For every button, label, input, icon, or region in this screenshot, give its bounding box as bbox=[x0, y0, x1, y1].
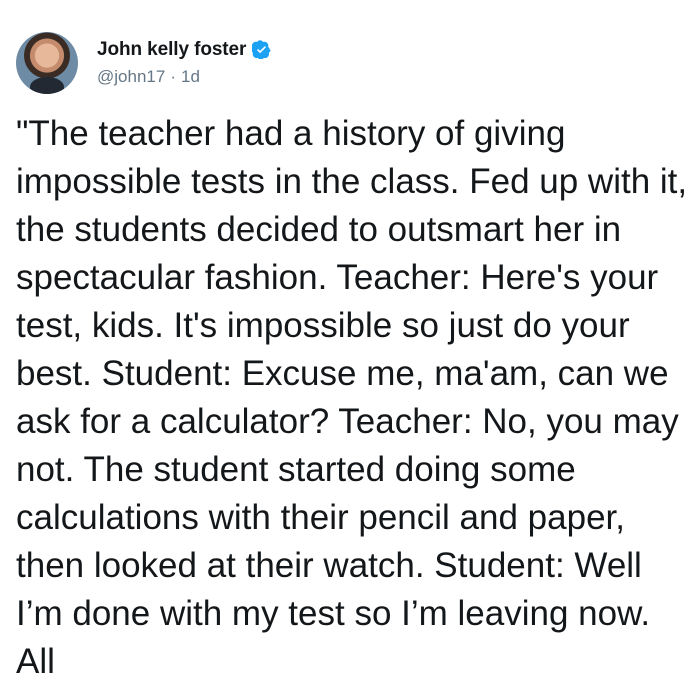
user-info: John kelly foster @john17 · 1d bbox=[97, 38, 271, 87]
user-handle[interactable]: @john17 bbox=[97, 67, 165, 87]
display-name[interactable]: John kelly foster bbox=[97, 39, 246, 61]
tweet-meta: @john17 · 1d bbox=[97, 67, 271, 87]
name-row: John kelly foster bbox=[97, 38, 271, 62]
verified-badge-icon bbox=[252, 40, 271, 59]
tweet-timestamp[interactable]: 1d bbox=[181, 67, 200, 87]
tweet-text: "The teacher had a history of giving imp… bbox=[16, 114, 688, 681]
avatar[interactable] bbox=[16, 32, 78, 94]
tweet-header: John kelly foster @john17 · 1d bbox=[16, 32, 271, 94]
meta-separator: · bbox=[170, 66, 176, 86]
tweet-card: John kelly foster @john17 · 1d "The teac… bbox=[0, 0, 700, 700]
